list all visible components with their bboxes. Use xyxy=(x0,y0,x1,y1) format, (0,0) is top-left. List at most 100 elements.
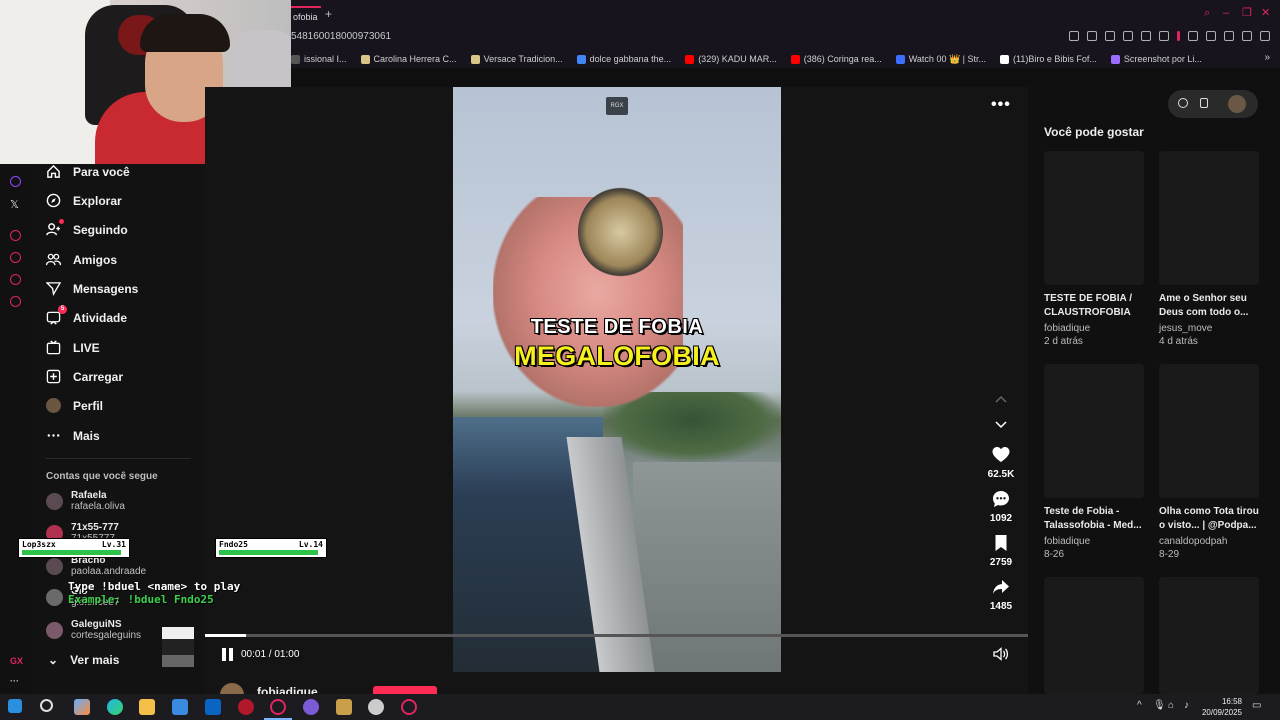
nav-item-live[interactable]: LIVE xyxy=(46,340,100,355)
address-bar[interactable]: 548160018000973061 xyxy=(291,31,391,42)
volume-icon[interactable]: ♪ xyxy=(1184,700,1189,711)
system-clock[interactable]: 16:58 20/09/2025 xyxy=(1202,696,1242,718)
microphone-icon[interactable]: 🎙 xyxy=(1153,700,1166,711)
nav-item-para-voce[interactable]: Para você xyxy=(46,164,130,179)
minimize-button[interactable]: – xyxy=(1223,8,1234,19)
phone-icon[interactable] xyxy=(1200,98,1208,108)
edge-icon[interactable] xyxy=(107,699,123,715)
comment-icon xyxy=(993,491,1009,507)
comment-button[interactable]: 1092 xyxy=(982,490,1020,524)
recommended-video-card[interactable] xyxy=(1044,577,1144,694)
bookmark-item[interactable]: Versace Tradicion... xyxy=(470,52,563,66)
nav-item-mais[interactable]: Mais xyxy=(46,428,100,443)
outlook-icon[interactable] xyxy=(205,699,221,715)
profile-avatar xyxy=(46,398,61,413)
windows-start-icon[interactable] xyxy=(8,699,22,713)
network-icon[interactable]: ⌂ xyxy=(1168,700,1174,711)
more-options-icon[interactable]: ••• xyxy=(991,96,1011,114)
screenshot-icon[interactable] xyxy=(1087,31,1097,41)
bookmarks-more-button[interactable]: » xyxy=(1264,52,1270,63)
opera-gx-icon[interactable] xyxy=(401,699,417,715)
browser-tab[interactable]: ofobia xyxy=(291,6,321,24)
file-explorer-icon[interactable] xyxy=(139,699,155,715)
bookmark-item[interactable]: (11)Biro e Bibis Fof... xyxy=(1000,52,1097,66)
record-icon[interactable] xyxy=(10,230,21,241)
video-player[interactable]: RGX TESTE DE FOBIA MEGALOFOBIA xyxy=(453,87,781,672)
bookmark-item[interactable]: issional I... xyxy=(291,52,347,66)
followed-account[interactable]: Rafaela rafaela.oliva xyxy=(46,490,125,512)
new-tab-button[interactable]: + xyxy=(325,7,332,21)
download-icon[interactable] xyxy=(1242,31,1252,41)
bookmark-item[interactable]: dolce gabbana the... xyxy=(576,52,671,66)
pin-icon[interactable] xyxy=(1069,31,1079,41)
nav-item-atividade[interactable]: 5 Atividade xyxy=(46,305,127,325)
heart-icon[interactable] xyxy=(1159,31,1169,41)
author-avatar[interactable] xyxy=(220,683,244,694)
battery-icon[interactable] xyxy=(1188,31,1198,41)
recommended-video-card[interactable] xyxy=(1159,577,1259,694)
shield-icon[interactable] xyxy=(1105,31,1115,41)
nav-item-mensagens[interactable]: Mensagens xyxy=(45,281,138,297)
like-button[interactable]: 62.5K xyxy=(982,446,1020,480)
tray-expand-icon[interactable]: ^ xyxy=(1137,700,1142,711)
author-name[interactable]: fobiadique xyxy=(257,685,318,694)
pause-button[interactable] xyxy=(222,648,233,661)
search-icon[interactable] xyxy=(40,699,53,712)
nav-item-amigos[interactable]: Amigos xyxy=(45,252,117,267)
recommended-video-card[interactable]: Teste de Fobia - Talassofobia - Med... f… xyxy=(1044,364,1144,561)
nav-item-carregar[interactable]: Carregar xyxy=(46,369,123,384)
sidebar: Para você Explorar Seguindo Amigos Mensa… xyxy=(30,164,205,694)
followed-account[interactable]: GaleguiNS cortesgaleguins xyxy=(46,619,141,641)
user-avatar[interactable] xyxy=(1228,95,1246,113)
nav-item-seguindo[interactable]: Seguindo xyxy=(46,219,128,237)
nav-item-perfil[interactable]: Perfil xyxy=(46,398,103,413)
nav-label: Carregar xyxy=(73,369,124,384)
x-icon[interactable]: 𝕏 xyxy=(10,198,21,211)
rail-more-icon[interactable]: ··· xyxy=(10,676,19,686)
store-icon[interactable] xyxy=(172,699,188,715)
volume-icon[interactable] xyxy=(993,647,1009,661)
see-more-button[interactable]: ⌄ Ver mais xyxy=(48,653,119,667)
opera-gx-icon[interactable] xyxy=(270,699,286,715)
menu-icon[interactable] xyxy=(1260,31,1270,41)
bag-icon[interactable] xyxy=(10,274,21,285)
search-icon[interactable]: ⌕ xyxy=(1204,8,1215,19)
save-button[interactable]: 2759 xyxy=(982,534,1020,568)
follow-button[interactable] xyxy=(373,686,437,694)
history-icon[interactable] xyxy=(10,252,21,263)
settings-icon[interactable] xyxy=(10,296,21,307)
chevron-up-icon[interactable] xyxy=(994,394,1008,404)
player-hp-card: Fndo25 Lv.14 xyxy=(215,538,327,558)
nav-item-explorar[interactable]: Explorar xyxy=(46,193,122,208)
copilot-icon[interactable] xyxy=(74,699,90,715)
maximize-button[interactable]: ❐ xyxy=(1242,8,1253,19)
video-watermark: RGX xyxy=(606,97,628,115)
video-progress-bar[interactable] xyxy=(205,634,1028,637)
app-icon[interactable] xyxy=(238,699,254,715)
app-icon[interactable] xyxy=(368,699,384,715)
bookmark-item[interactable]: (329) KADU MAR... xyxy=(685,52,777,66)
notifications-icon[interactable]: ▭ xyxy=(1252,700,1261,711)
app-icon[interactable] xyxy=(336,699,352,715)
followed-account[interactable]: Bracho paolaa.andraade xyxy=(46,555,146,577)
translate-icon[interactable] xyxy=(1123,31,1133,41)
twitch-icon[interactable] xyxy=(10,176,21,187)
share-button[interactable]: 1485 xyxy=(982,578,1020,612)
compass-icon xyxy=(46,193,61,208)
bookmark-item[interactable]: Screenshot por Li... xyxy=(1110,52,1202,66)
chevron-down-icon[interactable] xyxy=(994,420,1008,430)
compass-icon[interactable] xyxy=(1178,98,1188,108)
discord-icon[interactable] xyxy=(303,699,319,715)
profile-icon[interactable] xyxy=(1224,31,1234,41)
recommended-video-card[interactable]: Olha como Tota tirou o visto... | @Podpa… xyxy=(1159,364,1259,561)
play-icon[interactable] xyxy=(1141,31,1151,41)
recommended-video-card[interactable]: Ame o Senhor seu Deus com todo o... jesu… xyxy=(1159,151,1259,348)
bookmark-item[interactable]: (386) Coringa rea... xyxy=(790,52,882,66)
recommended-video-card[interactable]: TESTE DE FOBIA / CLAUSTROFOBIA /... fobi… xyxy=(1044,151,1144,348)
bookmark-item[interactable]: Watch 00 👑 | Str... xyxy=(895,52,986,66)
close-button[interactable]: ✕ xyxy=(1261,8,1272,19)
video-caption-top: TESTE DE FOBIA xyxy=(530,316,704,338)
bookmark-item[interactable]: Carolina Herrera C... xyxy=(360,52,457,66)
recommendations-title: Você pode gostar xyxy=(1044,125,1144,139)
extensions-icon[interactable] xyxy=(1206,31,1216,41)
